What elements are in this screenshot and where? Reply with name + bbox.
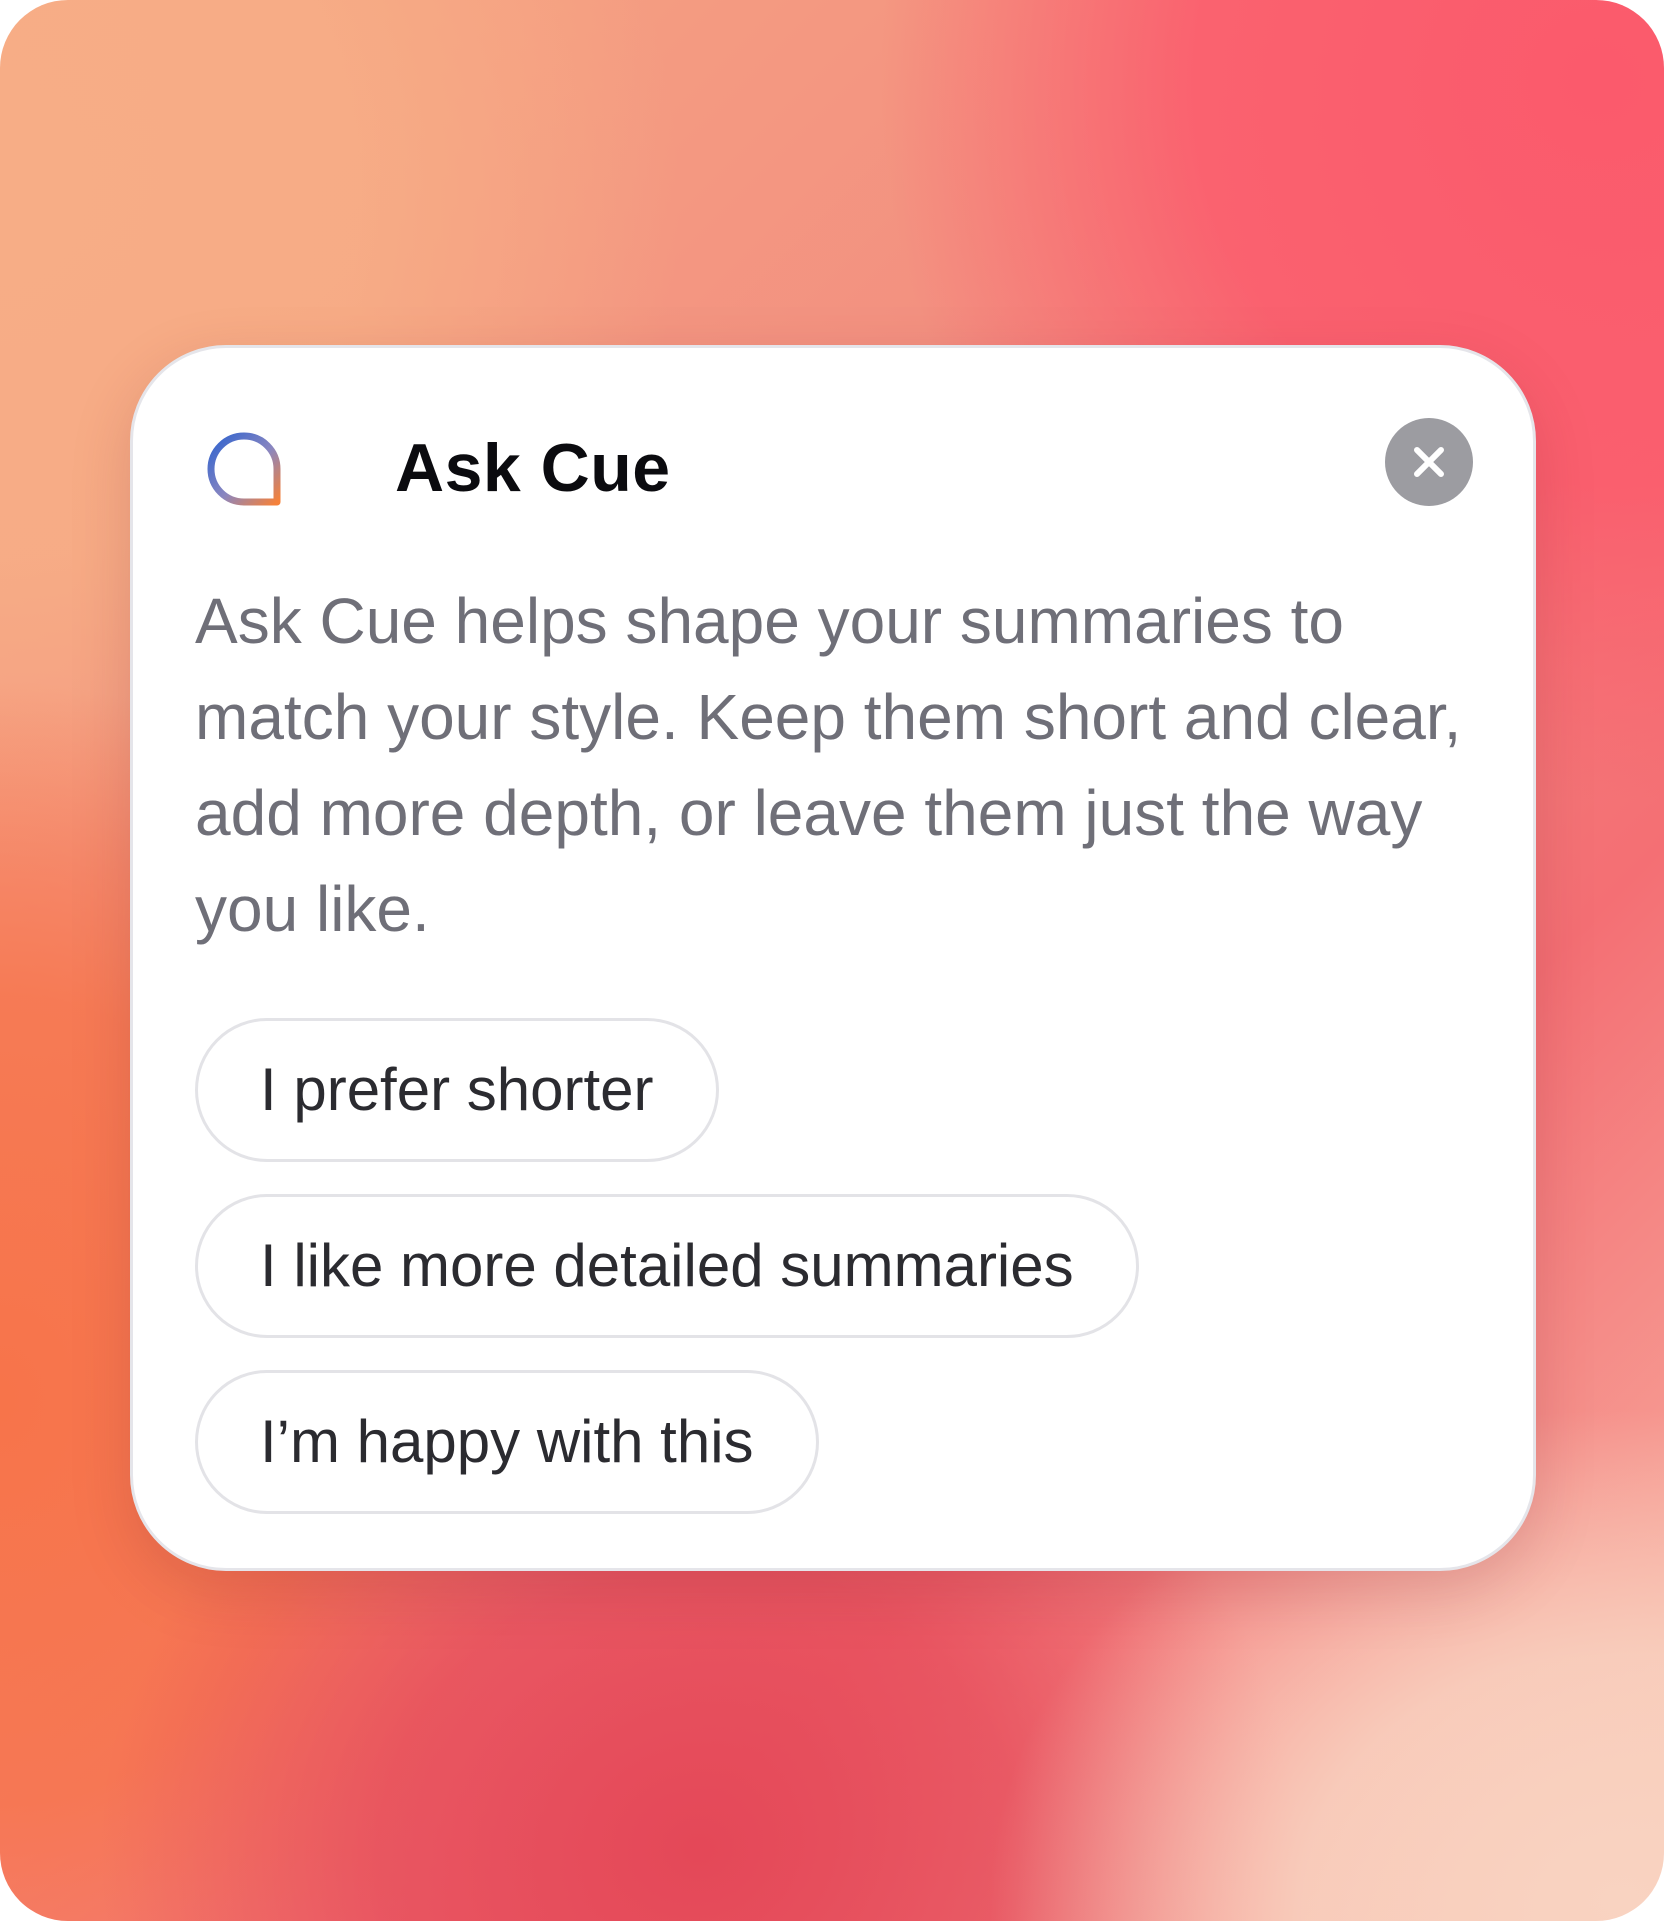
close-x-icon xyxy=(1409,442,1449,482)
ask-cue-dialog: Ask Cue Ask Cue helps shape your summari… xyxy=(130,345,1536,1571)
dialog-description: Ask Cue helps shape your summaries to ma… xyxy=(195,585,1462,945)
dialog-header: Ask Cue xyxy=(205,418,1473,518)
option-more-detailed[interactable]: I like more detailed summaries xyxy=(195,1194,1139,1338)
close-button[interactable] xyxy=(1385,418,1473,506)
option-list: I prefer shorter I like more detailed su… xyxy=(195,1018,1139,1546)
option-prefer-shorter[interactable]: I prefer shorter xyxy=(195,1018,719,1162)
dialog-title: Ask Cue xyxy=(395,430,671,506)
option-happy-with-this[interactable]: I’m happy with this xyxy=(195,1370,819,1514)
cue-chat-bubble-icon xyxy=(205,430,283,508)
